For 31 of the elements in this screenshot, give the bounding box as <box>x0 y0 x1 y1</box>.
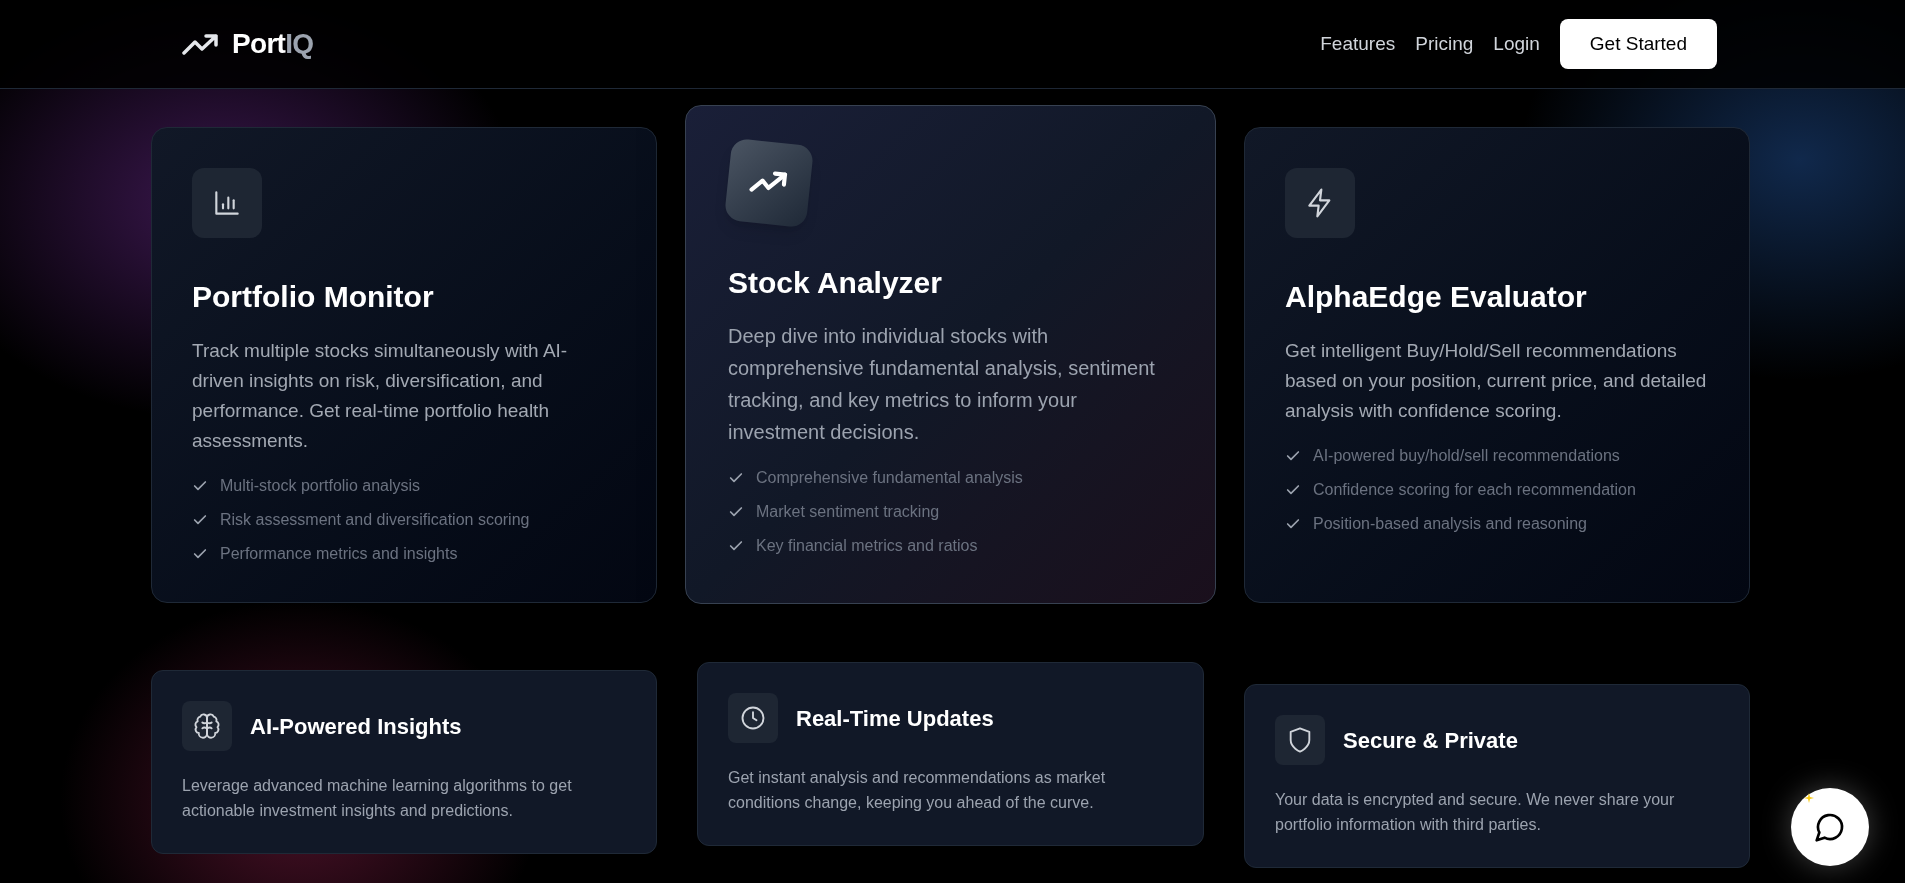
sparkle-icon <box>1804 793 1814 803</box>
trend-up-icon <box>182 32 220 56</box>
brain-icon <box>193 712 221 740</box>
benefit-title: Secure & Private <box>1343 726 1518 755</box>
feature-point: Key financial metrics and ratios <box>756 535 978 556</box>
nav-link[interactable]: Features <box>1320 29 1396 59</box>
feature-point: Performance metrics and insights <box>220 543 458 564</box>
chat-bubble-icon <box>1814 811 1846 843</box>
brand-logo[interactable]: PortIQ <box>232 23 314 65</box>
nav-link[interactable]: Login <box>1493 29 1540 59</box>
feature-title: Stock Analyzer <box>728 265 943 301</box>
feature-point: Comprehensive fundamental analysis <box>756 467 1023 488</box>
feature-point: Position-based analysis and reasoning <box>1313 513 1587 534</box>
feature-description: Track multiple stocks simultaneously with AI-driven insights on risk, diversification, and performance. Get real-time portfolio health assessments. <box>192 338 569 453</box>
benefit-title: AI-Powered Insights <box>250 712 462 741</box>
benefit-description: Get instant analysis and recommendations as market conditions change, keeping you ahead of the curve. <box>728 768 1107 813</box>
feature-title: AlphaEdge Evaluator <box>1285 279 1588 315</box>
feature-description: Get intelligent Buy/Hold/Sell recommendations based on your position, current price, and detailed analysis with confidence scoring. <box>1285 338 1708 423</box>
feature-point: Market sentiment tracking <box>756 501 940 522</box>
feature-point: Multi-stock portfolio analysis <box>220 475 421 496</box>
clock-icon <box>739 704 767 732</box>
feature-point: AI-powered buy/hold/sell recommendations <box>1313 445 1620 466</box>
benefit-title: Real-Time Updates <box>796 704 994 733</box>
get-started-button[interactable]: Get Started <box>1559 19 1717 69</box>
feature-point: Confidence scoring for each recommendation <box>1313 479 1636 500</box>
feature-description: Deep dive into individual stocks with comprehensive fundamental analysis, sentiment tracking, and key metrics to inform your investment decisions. <box>728 323 1156 445</box>
benefit-description: Your data is encrypted and secure. We never share your portfolio information with third parties. <box>1275 790 1676 835</box>
nav-link[interactable]: Pricing <box>1415 29 1474 59</box>
feature-title: Portfolio Monitor <box>192 279 435 315</box>
benefit-description: Leverage advanced machine learning algorithms to get actionable investment insights and predictions. <box>182 776 573 821</box>
feature-point: Risk assessment and diversification scoring <box>220 509 530 530</box>
